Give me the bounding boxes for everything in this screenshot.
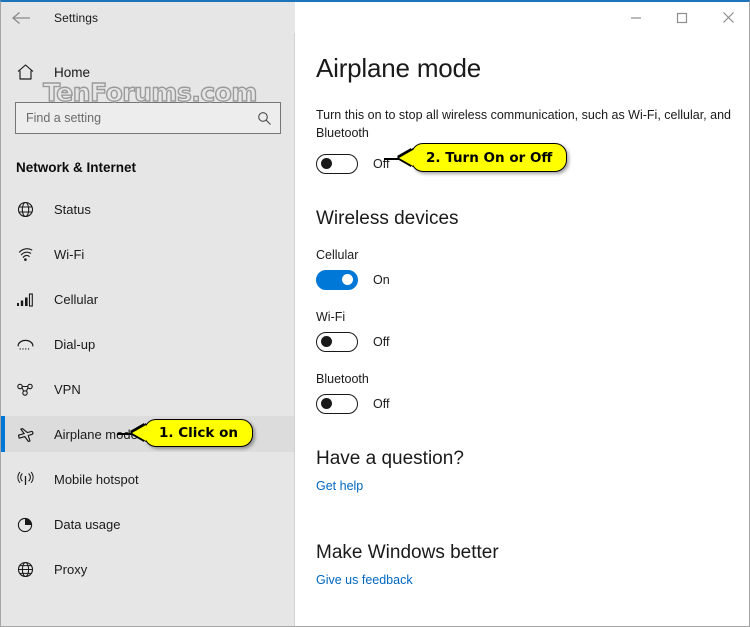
title-bar-left: Settings: [1, 2, 295, 33]
toggle-knob: [321, 336, 332, 347]
callout-turn-on-or-off: 2. Turn On or Off: [384, 143, 568, 172]
close-icon: [722, 12, 734, 23]
page-title: Airplane mode: [316, 53, 482, 83]
callout-leader-line: [117, 433, 133, 435]
main-content: Airplane mode Turn this on to stop all w…: [296, 33, 749, 626]
sidebar-item-label: Data usage: [54, 516, 121, 532]
globe-status-icon: [16, 200, 42, 219]
settings-window: Settings Home TenForums.com Find a setti…: [0, 0, 750, 627]
toggle-knob: [321, 158, 332, 169]
sidebar-item-label: Dial-up: [54, 336, 96, 352]
feedback-section-title: Make Windows better: [316, 542, 499, 563]
pie-chart-icon: [16, 515, 42, 534]
wifi-icon: [16, 245, 42, 264]
sidebar: Home TenForums.com Network & Internet: [1, 33, 295, 626]
home-icon: [16, 63, 42, 81]
sidebar-item-cellular[interactable]: Cellular: [1, 281, 294, 317]
sidebar-item-status[interactable]: Status: [1, 191, 294, 227]
window-title: Settings: [54, 10, 99, 25]
cellular-toggle-row: On: [316, 270, 749, 290]
close-button[interactable]: [705, 3, 749, 33]
callout-click-on: 1. Click on: [117, 419, 253, 447]
airplane-mode-toggle[interactable]: [316, 154, 358, 174]
sidebar-item-label: Proxy: [54, 561, 88, 577]
sidebar-item-label: Cellular: [54, 291, 99, 307]
give-feedback-link[interactable]: Give us feedback: [316, 573, 413, 587]
sidebar-item-label: VPN: [54, 381, 81, 397]
search-area: TenForums.com: [15, 77, 281, 134]
maximize-icon: [676, 12, 688, 23]
device-name-wifi: Wi-Fi: [316, 310, 346, 324]
title-bar: Settings: [1, 2, 749, 33]
page-description: Turn this on to stop all wireless commun…: [316, 108, 731, 140]
bluetooth-toggle-row: Off: [316, 394, 749, 414]
sidebar-item-proxy[interactable]: Proxy: [1, 551, 294, 587]
sidebar-item-label: Status: [54, 201, 91, 217]
sidebar-item-data-usage[interactable]: Data usage: [1, 506, 294, 542]
sidebar-home-label: Home: [54, 64, 91, 80]
minimize-button[interactable]: [613, 3, 659, 33]
maximize-button[interactable]: [659, 3, 705, 33]
bluetooth-toggle-label: Off: [373, 397, 390, 411]
search-box[interactable]: [15, 102, 281, 134]
back-arrow-icon: [11, 11, 30, 24]
help-section-title: Have a question?: [316, 448, 464, 469]
toggle-knob: [321, 398, 332, 409]
cellular-toggle[interactable]: [316, 270, 358, 290]
sidebar-item-mobile-hotspot[interactable]: Mobile hotspot: [1, 461, 294, 497]
toggle-knob: [342, 274, 353, 285]
device-name-bluetooth: Bluetooth: [316, 372, 369, 386]
wifi-toggle[interactable]: [316, 332, 358, 352]
sidebar-nav-list: Status Wi-Fi Cellular Dial-up VPN Airpla…: [1, 191, 294, 587]
signal-bars-icon: [16, 290, 42, 309]
cellular-toggle-label: On: [373, 273, 390, 287]
callout-tail: [399, 149, 413, 166]
sidebar-item-vpn[interactable]: VPN: [1, 371, 294, 407]
sidebar-item-wifi[interactable]: Wi-Fi: [1, 236, 294, 272]
broadcast-icon: [16, 470, 42, 489]
wireless-devices-title: Wireless devices: [316, 208, 459, 229]
globe-icon: [16, 560, 42, 579]
sidebar-item-dialup[interactable]: Dial-up: [1, 326, 294, 362]
get-help-link[interactable]: Get help: [316, 479, 363, 493]
search-input[interactable]: [26, 111, 256, 125]
wifi-toggle-row: Off: [316, 332, 749, 352]
sidebar-item-home[interactable]: Home: [1, 54, 294, 90]
search-icon: [256, 111, 272, 126]
window-controls: [295, 2, 749, 33]
bluetooth-toggle[interactable]: [316, 394, 358, 414]
callout-tail: [132, 425, 146, 441]
callout-text: 2. Turn On or Off: [426, 149, 553, 166]
sidebar-category-title: Network & Internet: [16, 160, 137, 175]
vpn-nodes-icon: [16, 380, 42, 399]
airplane-icon: [16, 425, 42, 444]
minimize-icon: [631, 16, 641, 19]
phone-handset-icon: [16, 335, 42, 354]
back-button[interactable]: [1, 3, 43, 33]
sidebar-item-label: Mobile hotspot: [54, 471, 139, 487]
callout-text: 1. Click on: [159, 425, 238, 441]
device-name-cellular: Cellular: [316, 248, 359, 262]
callout-leader-line: [384, 157, 400, 160]
sidebar-item-label: Wi-Fi: [54, 246, 85, 262]
wifi-toggle-label: Off: [373, 335, 390, 349]
